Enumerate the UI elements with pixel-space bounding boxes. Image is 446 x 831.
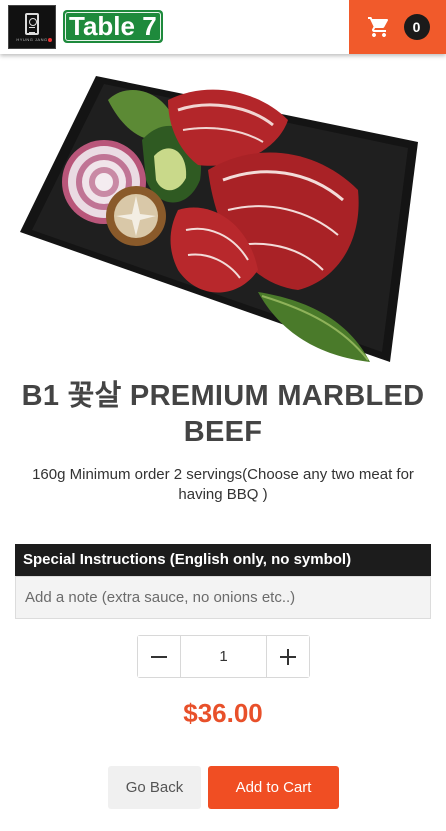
plus-icon [280, 648, 296, 665]
special-instructions-label: Special Instructions (English only, no s… [15, 544, 431, 576]
logo-emblem-icon [25, 12, 39, 35]
go-back-button[interactable]: Go Back [108, 766, 201, 809]
restaurant-logo[interactable]: HYUNG JANG [8, 5, 56, 49]
product-description: 160g Minimum order 2 servings(Choose any… [32, 466, 414, 503]
product-title: B1 꽃살 PREMIUM MARBLED BEEF [21, 380, 425, 448]
quantity-stepper: 1 [137, 635, 310, 678]
product-price: $36.00 [183, 698, 263, 728]
special-instructions-input[interactable] [15, 576, 431, 619]
add-to-cart-button[interactable]: Add to Cart [208, 766, 339, 809]
quantity-value[interactable]: 1 [181, 636, 266, 677]
cart-count-badge: 0 [403, 14, 430, 40]
product-image [20, 76, 418, 362]
increase-quantity-button[interactable] [266, 636, 309, 677]
shopping-cart-icon [367, 17, 388, 37]
top-bar: HYUNG JANG Table 7 0 [0, 0, 446, 54]
minus-icon [151, 655, 167, 658]
logo-text: HYUNG JANG [16, 36, 48, 42]
cart-button[interactable]: 0 [349, 0, 446, 54]
table-number-badge: Table 7 [63, 10, 163, 43]
decrease-quantity-button[interactable] [138, 636, 181, 677]
logo-accent-dot [48, 38, 52, 42]
